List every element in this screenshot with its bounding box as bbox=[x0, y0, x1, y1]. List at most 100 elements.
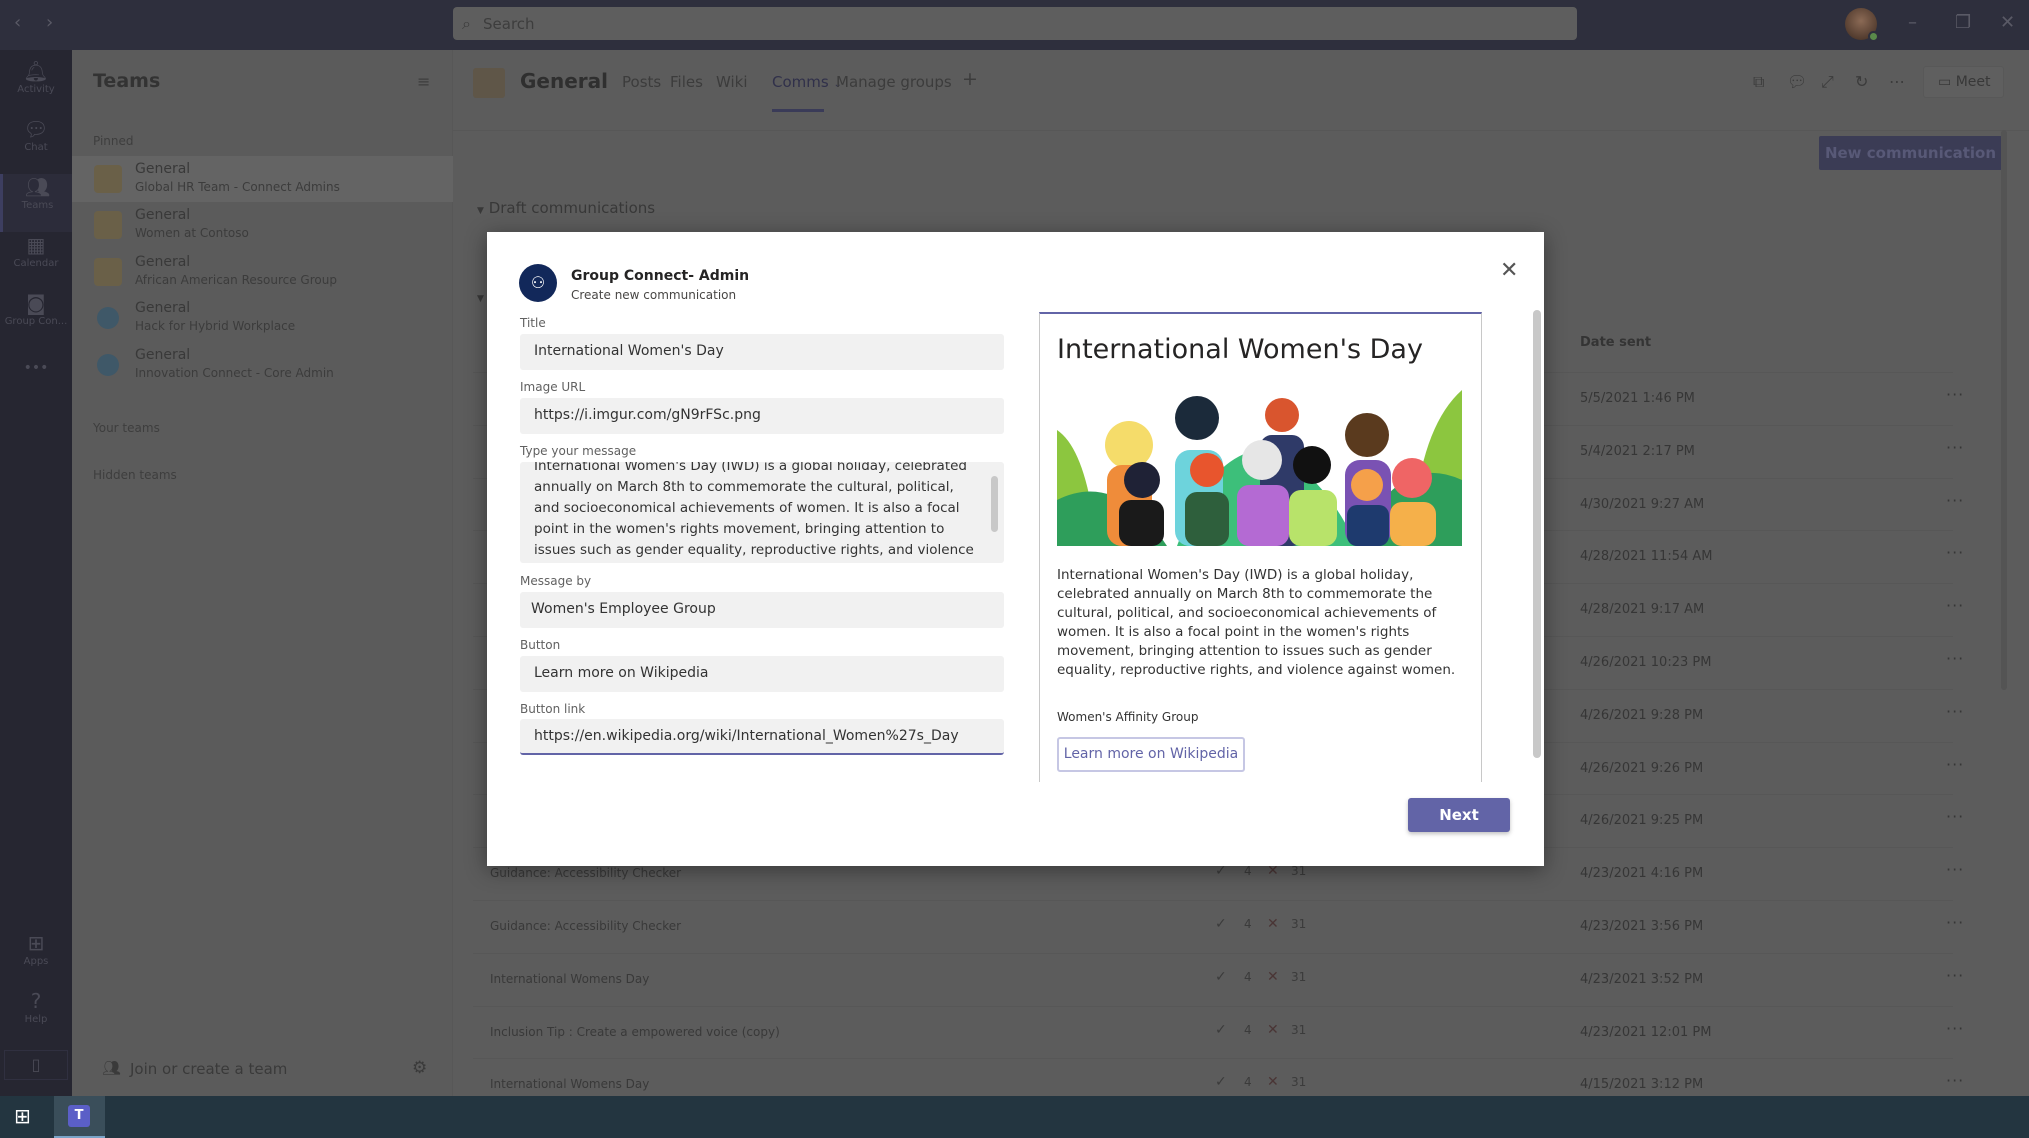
search-icon: ⌕ bbox=[462, 14, 471, 33]
hidden-teams-label[interactable]: Hidden teams bbox=[93, 468, 177, 482]
rail-chat[interactable]: 💬︎ Chat bbox=[0, 116, 72, 174]
success-count: 4 bbox=[1244, 1075, 1252, 1090]
tab-comms[interactable]: Comms ⌄ bbox=[772, 73, 842, 91]
draft-communications-toggle[interactable]: ▼ Draft communications bbox=[477, 199, 655, 217]
search-input[interactable]: ⌕ Search bbox=[453, 7, 1577, 40]
add-tab-icon[interactable]: + bbox=[962, 68, 978, 90]
rail-label: Teams bbox=[21, 200, 54, 211]
rail-calendar[interactable]: ▦ Calendar bbox=[0, 232, 72, 290]
next-button[interactable]: Next bbox=[1408, 798, 1510, 832]
image-url-field[interactable]: https://i.imgur.com/gN9rFSc.png bbox=[520, 398, 1004, 434]
tab-posts[interactable]: Posts bbox=[622, 73, 661, 91]
more-options-icon[interactable]: ··· bbox=[1946, 702, 1964, 721]
teams-taskbar-button[interactable]: T bbox=[54, 1096, 105, 1138]
tab-files[interactable]: Files bbox=[670, 73, 703, 91]
table-row[interactable]: Inclusion Tip : Create a empowered voice… bbox=[473, 1005, 1963, 1059]
message-textarea[interactable]: International Women's Day (IWD) is a glo… bbox=[520, 462, 1004, 563]
rail-label: Group Con... bbox=[4, 316, 68, 327]
title-label: Title bbox=[520, 316, 546, 330]
restore-icon[interactable]: ❐ bbox=[1955, 12, 1971, 33]
header-divider bbox=[453, 130, 2029, 131]
scrollbar[interactable] bbox=[2001, 130, 2007, 690]
table-row[interactable]: International Womens Day 4/23/2021 3:52 P… bbox=[473, 952, 1963, 1006]
more-options-icon[interactable]: ··· bbox=[1946, 755, 1964, 774]
rail-group-connect[interactable]: ◙ Group Con... bbox=[0, 290, 72, 348]
preview-body: International Women's Day (IWD) is a glo… bbox=[1057, 567, 1456, 678]
pinned-team-row[interactable]: General Global HR Team - Connect Admins bbox=[72, 156, 453, 202]
taskbar: ⊞ T bbox=[0, 1096, 2029, 1138]
mobile-device-icon[interactable]: ▯ bbox=[4, 1050, 68, 1080]
expand-icon[interactable]: ⤢ bbox=[1821, 72, 1834, 92]
more-options-icon[interactable]: ··· bbox=[1946, 1071, 1964, 1090]
new-communication-button[interactable]: New communication bbox=[1819, 136, 2002, 170]
rail-teams[interactable]: 👥︎ Teams bbox=[0, 174, 72, 232]
row-date-sent: 4/28/2021 11:54 AM bbox=[1580, 549, 1713, 565]
teams-pane: Teams ≡ Pinned General Global HR Team - C… bbox=[72, 50, 453, 1096]
more-options-icon[interactable]: ··· bbox=[1946, 1019, 1964, 1038]
more-options-icon[interactable]: ··· bbox=[1946, 913, 1964, 932]
user-avatar[interactable] bbox=[1845, 8, 1879, 42]
create-communication-dialog: ⚇ Group Connect- Admin Create new commun… bbox=[487, 232, 1544, 866]
more-options-icon[interactable]: ··· bbox=[1946, 385, 1964, 404]
team-name: Global HR Team - Connect Admins bbox=[135, 180, 340, 194]
failure-count: 31 bbox=[1291, 1022, 1307, 1037]
pinned-team-row[interactable]: General Women at Contoso bbox=[72, 202, 453, 248]
back-icon[interactable]: ‹ bbox=[14, 12, 21, 33]
pinned-team-row[interactable]: General Innovation Connect - Core Admin bbox=[72, 342, 453, 388]
your-teams-label[interactable]: Your teams bbox=[93, 421, 160, 435]
rail-apps[interactable]: ⊞ Apps bbox=[0, 930, 72, 988]
rail-help[interactable]: ? Help bbox=[0, 988, 72, 1046]
more-options-icon[interactable]: ··· bbox=[1946, 649, 1964, 668]
rail-activity[interactable]: 🔔︎ Activity bbox=[0, 58, 72, 116]
more-options-icon[interactable]: ··· bbox=[1946, 438, 1964, 457]
close-icon[interactable]: ✕ bbox=[1500, 258, 1518, 283]
windows-start-icon[interactable]: ⊞ bbox=[14, 1104, 31, 1128]
popout-icon[interactable]: ⧉ bbox=[1753, 72, 1764, 92]
message-by-field[interactable]: Women's Employee Group bbox=[520, 592, 1004, 628]
team-avatar bbox=[97, 354, 119, 376]
more-options-icon[interactable]: ··· bbox=[1946, 596, 1964, 615]
preview-action-button[interactable]: Learn more on Wikipedia bbox=[1057, 737, 1245, 772]
channel-name: General bbox=[135, 300, 191, 316]
minimize-icon[interactable]: – bbox=[1908, 12, 1917, 33]
more-options-icon[interactable]: ··· bbox=[1946, 543, 1964, 562]
pinned-team-row[interactable]: General Hack for Hybrid Workplace bbox=[72, 295, 453, 341]
textarea-scrollbar[interactable] bbox=[991, 476, 998, 532]
title-field[interactable]: International Women's Day bbox=[520, 334, 1004, 370]
close-window-icon[interactable]: ✕ bbox=[2000, 12, 2015, 33]
tab-manage-groups[interactable]: Manage groups bbox=[836, 73, 952, 91]
join-create-team-button[interactable]: 👥︎ Join or create a team ⚙ bbox=[72, 1050, 453, 1090]
forward-icon[interactable]: › bbox=[46, 12, 53, 33]
table-row[interactable]: Guidance: Accessibility Checker 4/23/2021… bbox=[473, 900, 1963, 953]
title-bar: ‹ › ⌕ Search – ❐ ✕ bbox=[0, 0, 2029, 50]
more-options-icon[interactable]: ··· bbox=[1946, 491, 1964, 510]
dialog-scrollbar[interactable] bbox=[1533, 310, 1541, 758]
more-options-icon[interactable]: ··· bbox=[1946, 807, 1964, 826]
button-text-field[interactable]: Learn more on Wikipedia bbox=[520, 656, 1004, 692]
button-link-field[interactable]: https://en.wikipedia.org/wiki/Internatio… bbox=[520, 719, 1004, 755]
conversation-icon[interactable]: 💬︎ bbox=[1787, 72, 1807, 91]
caret-down-icon[interactable]: ▼ bbox=[477, 294, 484, 304]
rail-more[interactable]: ••• bbox=[0, 360, 72, 418]
channel-title: General bbox=[520, 69, 608, 93]
refresh-icon[interactable]: ↻ bbox=[1855, 72, 1868, 91]
rail-label: Chat bbox=[24, 142, 48, 153]
row-title: International Womens Day bbox=[490, 971, 650, 986]
more-options-icon[interactable]: ⋯ bbox=[1889, 72, 1905, 91]
row-date-sent: 4/26/2021 9:26 PM bbox=[1580, 760, 1704, 776]
teams-app-icon: T bbox=[68, 1105, 90, 1127]
more-options-icon[interactable]: ··· bbox=[1946, 966, 1964, 985]
gear-icon[interactable]: ⚙ bbox=[412, 1058, 427, 1078]
success-count: 4 bbox=[1244, 1022, 1252, 1037]
row-date-sent: 4/26/2021 9:25 PM bbox=[1580, 813, 1704, 829]
team-avatar bbox=[94, 211, 122, 239]
filter-icon[interactable]: ≡ bbox=[417, 72, 430, 91]
row-date-sent: 5/5/2021 1:46 PM bbox=[1580, 391, 1695, 406]
meet-button[interactable]: ▭ Meet bbox=[1923, 66, 2004, 98]
tab-wiki[interactable]: Wiki bbox=[716, 73, 748, 91]
failure-count: 31 bbox=[1291, 969, 1307, 984]
more-options-icon[interactable]: ··· bbox=[1946, 860, 1964, 879]
apps-icon: ⊞ bbox=[27, 931, 45, 955]
pinned-team-row[interactable]: General African American Resource Group bbox=[72, 249, 453, 295]
search-placeholder: Search bbox=[483, 15, 535, 33]
